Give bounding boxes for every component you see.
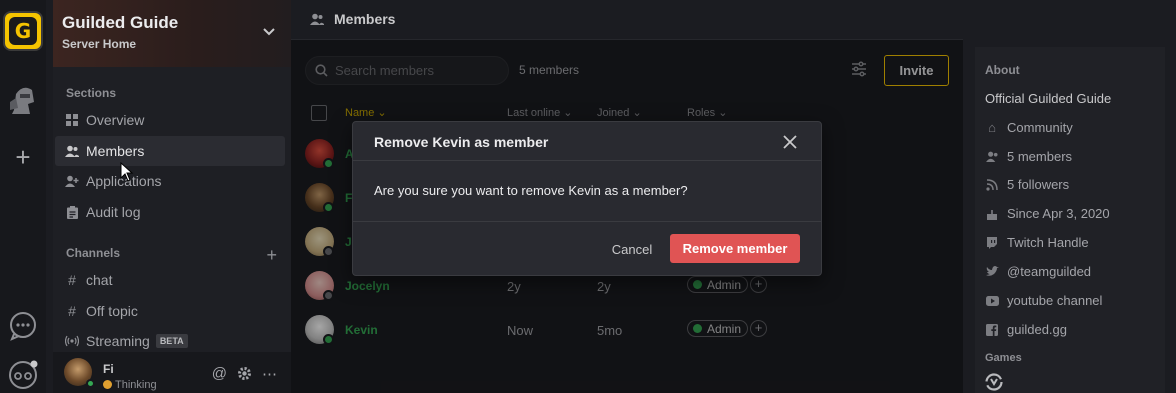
user-add-icon xyxy=(65,174,79,188)
sidebar-item-label: Audit log xyxy=(86,204,141,220)
knight-server-icon[interactable] xyxy=(6,80,40,118)
grid-icon xyxy=(65,113,79,127)
broadcast-icon xyxy=(65,334,79,348)
user-bar-actions: @ ⋯ xyxy=(212,365,277,383)
server-sidebar: Guilded Guide Server Home Sections Overv… xyxy=(53,0,291,393)
user-name: Fi xyxy=(103,362,114,376)
about-card: About Official Guilded Guide ⌂ Community … xyxy=(975,47,1165,393)
page-title: Members xyxy=(334,11,396,27)
about-item-label: Community xyxy=(1007,120,1073,135)
about-youtube[interactable]: youtube channel xyxy=(985,293,1102,308)
dialog-message: Are you sure you want to remove Kevin as… xyxy=(374,183,688,198)
sidebar-item-applications[interactable]: Applications xyxy=(55,166,285,196)
chevron-down-icon[interactable] xyxy=(261,24,277,40)
friends-icon[interactable] xyxy=(8,360,38,390)
channels-label: Channels xyxy=(66,246,121,260)
about-item-label: youtube channel xyxy=(1007,293,1103,308)
about-website[interactable]: guilded.gg xyxy=(985,322,1067,337)
about-title: About xyxy=(985,63,1020,77)
hash-icon: # xyxy=(68,303,76,319)
channel-off-topic[interactable]: # Off topic xyxy=(55,296,285,326)
channel-label: Off topic xyxy=(86,303,138,319)
about-description-text: Official Guilded Guide xyxy=(985,91,1112,106)
twitch-icon xyxy=(985,236,999,250)
divider xyxy=(353,160,821,161)
about-item-label: 5 members xyxy=(1007,149,1073,164)
youtube-icon xyxy=(985,294,999,308)
about-description: Official Guilded Guide xyxy=(985,91,1111,106)
building-icon: ⌂ xyxy=(988,120,996,135)
gear-icon[interactable] xyxy=(237,366,252,381)
channel-chat[interactable]: # chat xyxy=(55,265,285,295)
games-label: Games xyxy=(985,352,1022,364)
sidebar-item-label: Members xyxy=(86,143,145,159)
clipboard-icon xyxy=(65,205,79,219)
cancel-button[interactable]: Cancel xyxy=(603,236,661,262)
sidebar-item-members[interactable]: Members xyxy=(55,136,285,166)
guilded-logo-icon: G xyxy=(9,17,37,45)
sidebar-item-label: Overview xyxy=(86,112,145,128)
add-server-icon[interactable]: + xyxy=(10,144,36,170)
add-channel-icon[interactable]: + xyxy=(266,245,277,266)
about-followers[interactable]: 5 followers xyxy=(985,177,1069,192)
about-twitter[interactable]: @teamguilded xyxy=(985,264,1091,279)
close-icon[interactable] xyxy=(781,133,799,151)
server-name: Guilded Guide xyxy=(62,13,179,32)
cake-icon xyxy=(985,207,999,221)
members-icon xyxy=(65,144,79,158)
twitter-icon xyxy=(985,265,999,279)
sidebar-item-audit-log[interactable]: Audit log xyxy=(55,197,285,227)
page-header: Members xyxy=(291,0,963,40)
rss-icon xyxy=(985,178,999,192)
online-status-dot xyxy=(86,379,95,388)
about-item-label: Since Apr 3, 2020 xyxy=(1007,206,1110,221)
user-status-text: Thinking xyxy=(115,379,157,391)
more-icon[interactable]: ⋯ xyxy=(262,365,277,383)
divider xyxy=(353,221,821,222)
server-icon-guilded-guide[interactable]: G xyxy=(3,11,43,51)
about-item-label: Twitch Handle xyxy=(1007,235,1089,250)
channel-label: chat xyxy=(86,272,113,288)
server-subtitle: Server Home xyxy=(62,37,137,51)
mention-icon[interactable]: @ xyxy=(212,365,227,383)
server-header[interactable]: Guilded Guide Server Home xyxy=(53,0,291,67)
dialog-title: Remove Kevin as member xyxy=(374,134,549,150)
about-community: ⌂ Community xyxy=(985,120,1073,135)
hash-icon: # xyxy=(68,272,76,288)
sidebar-item-overview[interactable]: Overview xyxy=(55,105,285,135)
app-window: G + Guilded Guide Server Home Sections O… xyxy=(0,0,1176,393)
about-members[interactable]: 5 members xyxy=(985,149,1072,164)
user-status[interactable]: Thinking xyxy=(103,379,157,391)
about-twitch[interactable]: Twitch Handle xyxy=(985,235,1089,250)
members-icon xyxy=(310,13,324,28)
remove-member-button[interactable]: Remove member xyxy=(670,234,800,263)
server-rail: G + xyxy=(0,0,46,393)
thinking-emoji-icon xyxy=(103,380,112,389)
overwatch-icon[interactable] xyxy=(985,373,1003,391)
channel-label: Streaming xyxy=(86,333,150,349)
about-panel: About Official Guilded Guide ⌂ Community … xyxy=(963,40,1176,393)
chat-bubble-icon[interactable] xyxy=(8,311,38,341)
mouse-cursor-icon xyxy=(120,162,134,182)
beta-badge: BETA xyxy=(155,334,188,348)
about-item-label: 5 followers xyxy=(1007,177,1070,192)
user-bar: Fi Thinking @ ⋯ xyxy=(53,352,291,393)
about-item-label: guilded.gg xyxy=(1007,322,1067,337)
sections-label: Sections xyxy=(66,86,117,100)
remove-member-dialog: Remove Kevin as member Are you sure you … xyxy=(352,121,822,276)
facebook-icon xyxy=(985,323,999,337)
about-item-label: @teamguilded xyxy=(1007,264,1092,279)
members-icon xyxy=(985,150,999,164)
about-since: Since Apr 3, 2020 xyxy=(985,206,1110,221)
